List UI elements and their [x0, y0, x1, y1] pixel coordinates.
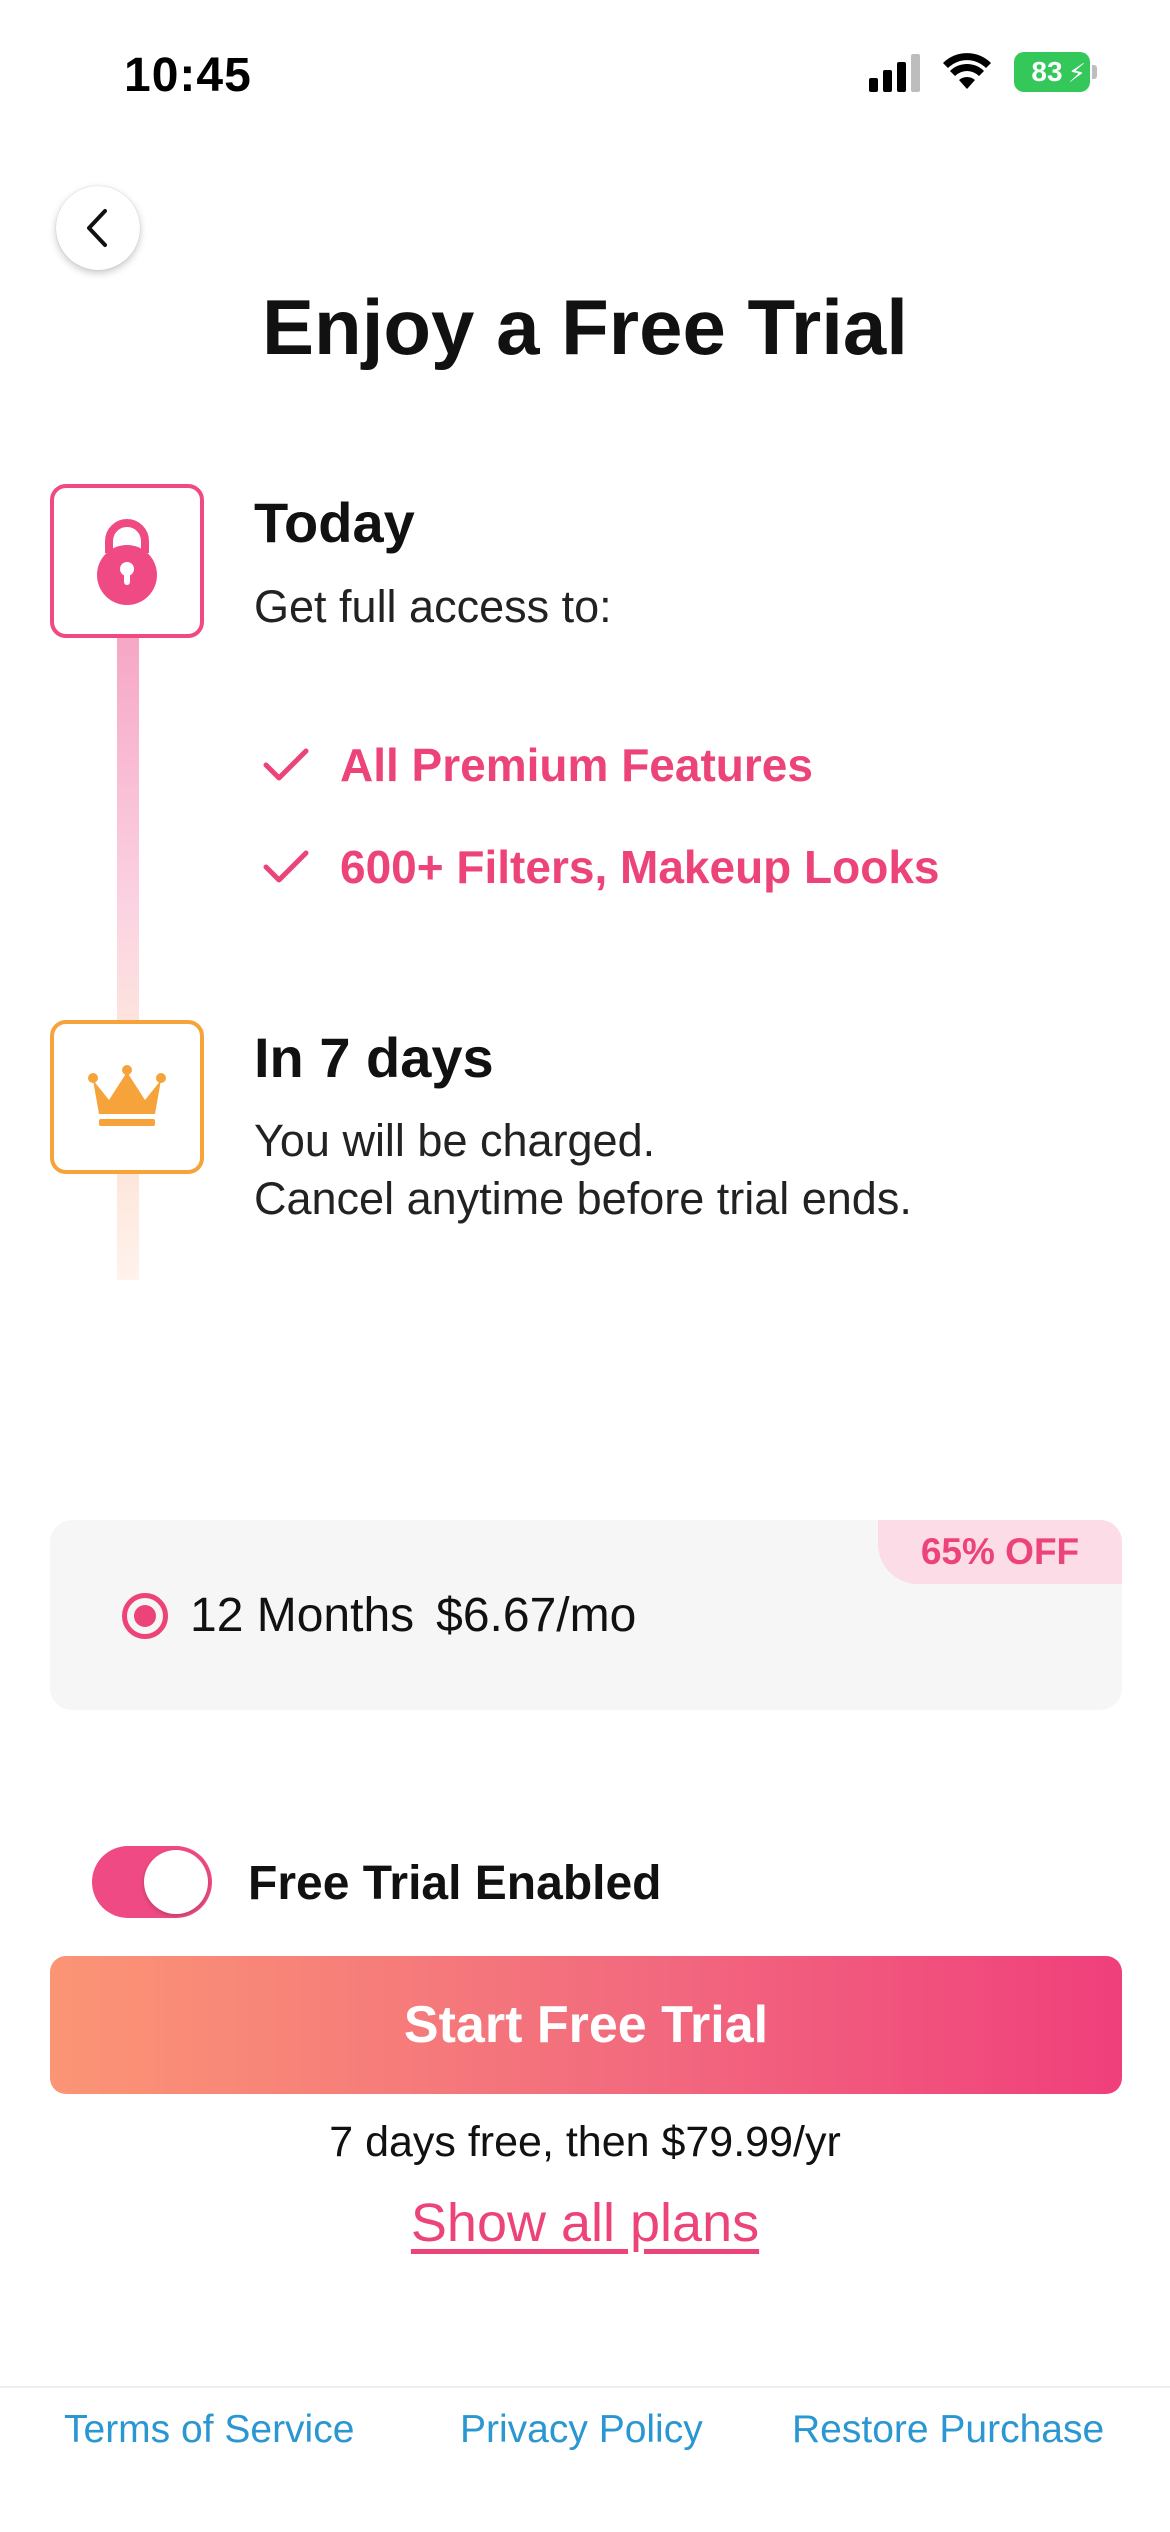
page-title: Enjoy a Free Trial: [262, 283, 908, 371]
restore-purchase-link[interactable]: Restore Purchase: [792, 2408, 1104, 2452]
charge-step-box: [50, 1020, 204, 1174]
feature-item: All Premium Features: [262, 738, 813, 792]
price-note: 7 days free, then $79.99/yr: [329, 2118, 841, 2166]
paywall-screen: 10:45 83 ⚡ Enjoy a Free Trial Today Get …: [0, 0, 1170, 2532]
privacy-policy-link[interactable]: Privacy Policy: [460, 2408, 703, 2452]
charge-text-1: You will be charged.: [254, 1115, 656, 1166]
plan-radio-selected[interactable]: [122, 1593, 168, 1639]
check-icon: [263, 748, 309, 781]
status-time: 10:45: [124, 49, 252, 102]
lock-icon: [97, 519, 157, 605]
crown-icon: [88, 1065, 166, 1126]
battery-icon: 83 ⚡: [1014, 52, 1097, 92]
feature-item: 600+ Filters, Makeup Looks: [262, 840, 940, 894]
timeline-line: [117, 636, 139, 1026]
feature-label: All Premium Features: [340, 739, 813, 791]
footer-divider: [0, 2386, 1170, 2388]
plan-duration: 12 Months: [190, 1589, 415, 1642]
signal-icon: [869, 52, 920, 92]
charge-title: In 7 days: [254, 1026, 494, 1089]
today-subtitle: Get full access to:: [254, 581, 612, 632]
free-trial-toggle[interactable]: [92, 1846, 212, 1918]
plan-option-12-months[interactable]: 65% OFF 12 Months $6.67/mo: [50, 1520, 1122, 1710]
charge-text-2: Cancel anytime before trial ends.: [254, 1173, 912, 1224]
timeline-line-end: [117, 1172, 139, 1280]
discount-badge: 65% OFF: [878, 1520, 1122, 1584]
plan-label: 12 Months $6.67/mo: [190, 1588, 636, 1643]
toggle-knob: [144, 1850, 208, 1914]
status-icons: 83 ⚡: [869, 52, 1097, 92]
check-icon: [263, 850, 309, 883]
show-all-plans-link[interactable]: Show all plans: [0, 2192, 1170, 2254]
battery-level: 83: [1031, 56, 1063, 87]
terms-of-service-link[interactable]: Terms of Service: [64, 2408, 354, 2452]
today-title: Today: [254, 491, 415, 554]
wifi-icon: [943, 53, 991, 89]
back-button[interactable]: [56, 186, 140, 270]
plan-price: $6.67/mo: [436, 1589, 637, 1642]
today-step-box: [50, 484, 204, 638]
start-free-trial-button[interactable]: Start Free Trial: [50, 1956, 1122, 2094]
feature-label: 600+ Filters, Makeup Looks: [340, 841, 940, 893]
chevron-left-icon: [87, 209, 107, 247]
free-trial-label: Free Trial Enabled: [248, 1857, 662, 1910]
